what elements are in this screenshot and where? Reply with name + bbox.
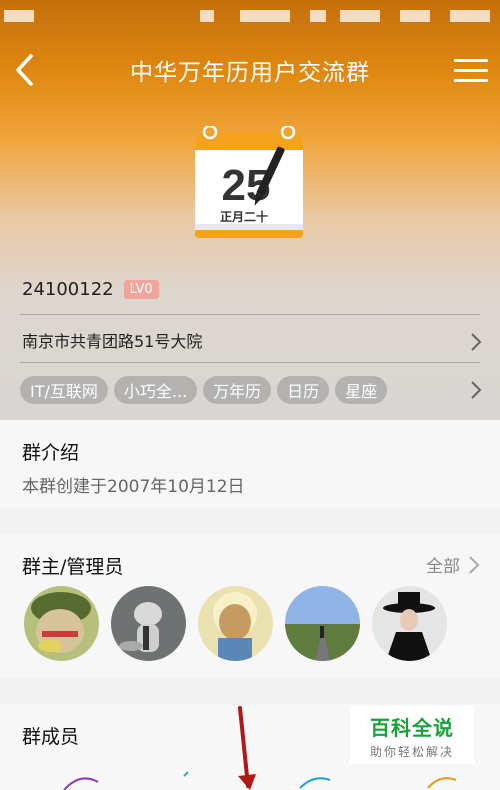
avatar[interactable]	[198, 586, 273, 661]
tag-item[interactable]: IT/互联网	[20, 376, 108, 404]
group-tags: IT/互联网 小巧全... 万年历 日历 星座	[20, 376, 490, 406]
page-title: 中华万年历用户交流群	[130, 60, 370, 86]
divider	[20, 362, 480, 363]
calendar-lunar: 正月二十	[220, 209, 268, 224]
level-badge: LV0	[123, 279, 159, 299]
nav-bar: 中华万年历用户交流群	[0, 42, 500, 98]
admins-section[interactable]: 群主/管理员 全部	[0, 534, 500, 678]
address-row[interactable]: 南京市共青团路51号大院	[0, 320, 500, 360]
tag-item[interactable]: 小巧全...	[113, 376, 198, 404]
tag-item[interactable]: 星座	[335, 376, 388, 404]
avatar[interactable]	[24, 586, 99, 661]
chevron-left-icon	[16, 54, 33, 86]
menu-button[interactable]	[454, 54, 488, 84]
intro-section: 群介绍 本群创建于2007年10月12日	[0, 420, 500, 508]
watermark-title: 百科全说	[370, 716, 454, 740]
admins-all-button[interactable]: 全部	[426, 552, 480, 577]
status-bar	[0, 0, 500, 34]
tag-item[interactable]: 万年历	[203, 376, 272, 404]
avatar[interactable]	[111, 586, 186, 661]
tag-item[interactable]: 日历	[277, 376, 330, 404]
avatar[interactable]	[285, 586, 360, 661]
intro-text: 本群创建于2007年10月12日	[22, 477, 245, 497]
divider	[20, 314, 480, 315]
members-title: 群成员	[22, 726, 80, 748]
group-id: 24100122	[22, 278, 114, 300]
watermark-subtitle: 助你轻松解决	[369, 745, 454, 759]
admin-avatar-list	[24, 586, 447, 661]
admins-all-label: 全部	[426, 557, 460, 577]
red-arrow-annotation	[238, 706, 256, 790]
back-button[interactable]	[6, 50, 42, 90]
hamburger-menu-icon	[454, 59, 488, 62]
admins-title: 群主/管理员	[22, 556, 124, 578]
watermark: 百科全说 助你轻松解决	[350, 706, 474, 764]
chevron-right-icon	[469, 555, 480, 574]
group-avatar-calendar-icon: 25 正月二十	[192, 124, 306, 240]
chevron-right-icon	[471, 333, 482, 351]
tags-chevron-right-icon[interactable]	[470, 380, 482, 400]
avatar[interactable]	[372, 586, 447, 661]
group-address: 南京市共青团路51号大院	[22, 332, 203, 351]
intro-title: 群介绍	[22, 442, 80, 464]
